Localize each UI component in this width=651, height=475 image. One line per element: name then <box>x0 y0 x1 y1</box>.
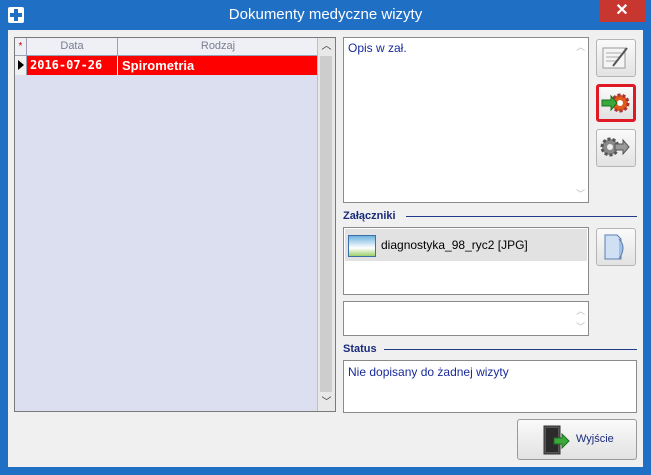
cell-divider <box>117 56 118 75</box>
main-window: Dokumenty medyczne wizyty ✕ * Data Rodza… <box>0 0 651 475</box>
attachments-list[interactable]: diagnostyka_98_ryc2 [JPG] <box>343 227 589 295</box>
scroll-thumb[interactable] <box>320 56 332 392</box>
row-date: 2016-07-26 <box>30 58 103 72</box>
exit-button[interactable]: Wyjście <box>517 419 637 460</box>
type-column-header[interactable]: Rodzaj <box>118 38 318 55</box>
exit-label: Wyjście <box>576 433 614 445</box>
window-title: Dokumenty medyczne wizyty <box>228 6 423 23</box>
grid-header: * Data Rodzaj <box>15 38 319 56</box>
close-button[interactable]: ✕ <box>599 0 645 22</box>
notes-scrollbar[interactable]: ︿ ﹀ <box>573 302 588 335</box>
status-divider <box>384 349 637 350</box>
chevron-up-icon[interactable]: ︿ <box>576 304 585 317</box>
chevron-down-icon[interactable]: ﹀ <box>576 187 585 200</box>
status-field: Nie dopisany do żadnej wizyty <box>343 360 637 413</box>
open-attachment-button[interactable] <box>596 228 636 266</box>
description-text: Opis w zał. <box>348 41 407 55</box>
documents-grid: * Data Rodzaj 2016-07-26 Spirometria ︿ ﹀ <box>14 37 336 412</box>
status-label: Status <box>343 343 377 355</box>
arrow-into-gear-icon <box>601 93 630 113</box>
date-column-header[interactable]: Data <box>27 38 118 55</box>
chevron-down-icon[interactable]: ﹀ <box>576 320 585 333</box>
status-text: Nie dopisany do żadnej wizyty <box>348 365 509 379</box>
table-row[interactable]: 2016-07-26 Spirometria <box>15 56 319 75</box>
description-textarea[interactable]: Opis w zał. ︿ ﹀ <box>343 37 589 203</box>
attachments-divider <box>406 216 637 217</box>
folder-icon <box>604 234 624 260</box>
scroll-up-button[interactable]: ︿ <box>318 38 335 55</box>
row-pointer-icon <box>15 56 27 75</box>
scroll-down-button[interactable]: ﹀ <box>318 394 335 411</box>
grid-marker-column-header: * <box>15 38 27 55</box>
selected-row-cells[interactable]: 2016-07-26 Spirometria <box>27 56 319 75</box>
attachment-name: diagnostyka_98_ryc2 [JPG] <box>381 238 528 252</box>
dialog-body: * Data Rodzaj 2016-07-26 Spirometria ︿ ﹀… <box>8 30 643 467</box>
gear-arrow-out-icon <box>600 137 630 157</box>
add-to-visit-button[interactable] <box>596 84 636 122</box>
title-bar: Dokumenty medyczne wizyty ✕ <box>0 0 651 30</box>
image-thumbnail-icon <box>348 235 376 257</box>
document-edit-icon <box>602 47 628 69</box>
attachments-label: Załączniki <box>343 210 396 222</box>
list-item[interactable]: diagnostyka_98_ryc2 [JPG] <box>345 229 587 261</box>
chevron-up-icon[interactable]: ︿ <box>576 40 585 53</box>
exit-door-icon <box>543 425 570 455</box>
grid-scrollbar[interactable]: ︿ ﹀ <box>317 38 335 411</box>
edit-document-button[interactable] <box>596 39 636 77</box>
description-scrollbar[interactable]: ︿ ﹀ <box>573 38 588 202</box>
row-type: Spirometria <box>122 58 195 73</box>
attachment-notes-field[interactable]: ︿ ﹀ <box>343 301 589 336</box>
remove-from-visit-button[interactable] <box>596 129 636 167</box>
